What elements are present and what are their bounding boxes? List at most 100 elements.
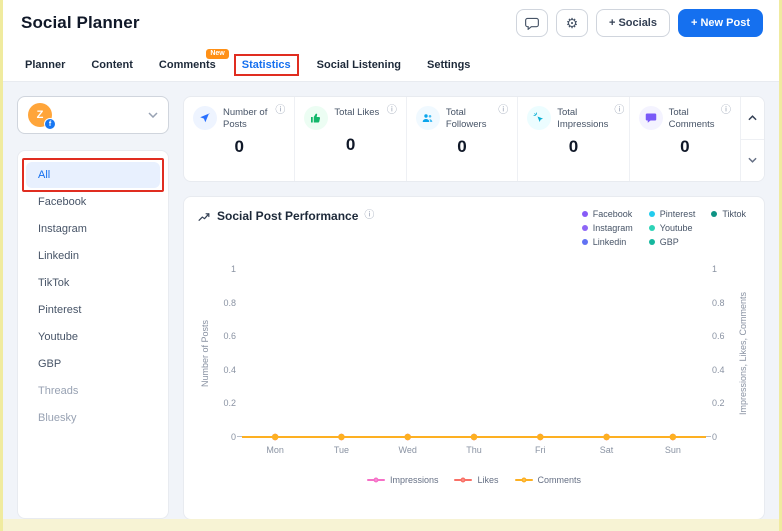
y-tick-label: 0.8 <box>223 297 236 308</box>
stat-value: 0 <box>457 136 467 156</box>
comment-icon <box>525 17 539 30</box>
info-icon[interactable]: ⓘ <box>275 106 285 116</box>
info-icon[interactable]: ⓘ <box>498 106 508 116</box>
y-axis-right: 0 0.2 0.4 0.6 0.8 1 <box>706 264 736 442</box>
channel-list: All Facebook Instagram Linkedin TikTok P… <box>17 150 169 519</box>
stats-scroll-controls <box>740 97 764 181</box>
sidebar-item-facebook[interactable]: Facebook <box>26 189 160 215</box>
x-tick-label: Fri <box>535 445 546 455</box>
stat-value: 0 <box>234 136 244 156</box>
new-post-button[interactable]: + New Post <box>678 9 763 37</box>
legend-item-facebook[interactable]: Facebook <box>581 209 633 219</box>
stat-total-likes: Total Likes ⓘ 0 <box>295 97 407 181</box>
info-icon[interactable]: ⓘ <box>614 106 624 116</box>
x-tick-label: Mon <box>266 445 284 455</box>
stat-label: Total Followers <box>445 107 487 131</box>
plot-area <box>237 269 711 441</box>
stat-label: Total Comments <box>668 107 715 131</box>
y-tick-label: 0.4 <box>712 364 725 375</box>
add-socials-button[interactable]: + Socials <box>595 9 670 37</box>
legend-dot <box>711 211 718 217</box>
legend-label: Instagram <box>592 223 633 233</box>
stat-total-comments: Total Comments ⓘ 0 <box>630 97 740 181</box>
scroll-up-button[interactable] <box>740 97 764 140</box>
networks-legend: Facebook Instagram Linkedin Pinterest Youtub… <box>581 209 750 247</box>
new-badge: New <box>206 49 229 59</box>
performance-line-chart <box>242 433 706 441</box>
trending-up-icon <box>198 212 210 221</box>
legend-label: Linkedin <box>592 237 627 247</box>
legend-item-youtube[interactable]: Youtube <box>648 223 696 233</box>
stats-summary-card: Number of Posts ⓘ 0 Total Likes ⓘ 0 Tota… <box>183 96 765 182</box>
tab-settings[interactable]: Settings <box>427 59 470 71</box>
series-legend-comments[interactable]: Comments <box>514 475 581 485</box>
main-panel: Number of Posts ⓘ 0 Total Likes ⓘ 0 Tota… <box>183 96 765 519</box>
page-header: Social Planner ⚙ + Socials + New Post <box>3 0 779 44</box>
x-tick-label: Wed <box>398 445 417 455</box>
y-tick-label: 0.6 <box>712 331 725 342</box>
y-tick-label: 0.4 <box>223 364 236 375</box>
info-icon[interactable]: ⓘ <box>387 106 397 116</box>
legend-item-tiktok[interactable]: Tiktok <box>711 209 746 219</box>
thumbs-up-icon <box>304 106 329 130</box>
x-tick-label: Sun <box>664 445 681 455</box>
yellow-highlight-strip <box>3 519 779 531</box>
channel-sidebar: Z f All Facebook Instagram Linkedin TikT… <box>17 96 169 519</box>
sidebar-item-youtube[interactable]: Youtube <box>26 324 160 350</box>
series-legend-impressions[interactable]: Impressions <box>366 475 438 485</box>
y-tick-label: 0.6 <box>223 331 236 342</box>
info-icon[interactable]: ⓘ <box>364 211 374 221</box>
stat-number-of-posts: Number of Posts ⓘ 0 <box>184 97 296 181</box>
sidebar-item-all[interactable]: All <box>22 158 164 192</box>
sidebar-item-pinterest[interactable]: Pinterest <box>26 297 160 323</box>
y-tick-label: 0.2 <box>712 398 725 409</box>
y-tick-label: 0 <box>230 432 236 442</box>
sidebar-item-instagram[interactable]: Instagram <box>26 216 160 242</box>
social-post-performance-card: Social Post Performance ⓘ Facebook Instag… <box>183 196 765 519</box>
legend-item-pinterest[interactable]: Pinterest <box>648 209 695 219</box>
scroll-down-button[interactable] <box>740 139 764 181</box>
header-actions: ⚙ + Socials + New Post <box>515 9 763 37</box>
cursor-click-icon <box>527 106 552 130</box>
account-dropdown[interactable]: Z f <box>17 96 169 134</box>
chevron-down-icon <box>748 157 757 164</box>
y-tick-label: 1 <box>230 264 236 274</box>
avatar: Z f <box>28 103 56 130</box>
x-tick-label: Thu <box>466 445 482 455</box>
x-tick-label: Tue <box>333 445 350 455</box>
stat-value: 0 <box>568 136 579 156</box>
y-axis-title-right: Impressions, Likes, Comments <box>738 291 748 415</box>
chat-bubble-icon <box>638 106 663 130</box>
page-title: Social Planner <box>21 13 140 32</box>
users-icon <box>415 106 440 130</box>
legend-item-gbp[interactable]: GBP <box>648 237 696 247</box>
series-legend-likes[interactable]: Likes <box>454 475 499 485</box>
series-marker <box>366 476 385 484</box>
stat-label: Total Likes <box>334 107 380 118</box>
stat-value: 0 <box>345 135 356 154</box>
feedback-button[interactable] <box>515 9 548 37</box>
tab-content[interactable]: Content <box>91 59 133 71</box>
tab-comments-label: Comments <box>158 59 216 71</box>
sidebar-item-gbp[interactable]: GBP <box>26 351 160 377</box>
stat-total-impressions: Total Impressions ⓘ 0 <box>518 97 630 181</box>
settings-button[interactable]: ⚙ <box>555 9 588 37</box>
sidebar-item-tiktok[interactable]: TikTok <box>26 270 160 296</box>
stat-label: Number of Posts <box>223 107 268 131</box>
chevron-down-icon <box>148 112 158 118</box>
info-icon[interactable]: ⓘ <box>721 106 731 116</box>
tab-planner[interactable]: Planner <box>25 59 65 71</box>
tab-social-listening[interactable]: Social Listening <box>317 59 401 71</box>
legend-dot <box>648 211 655 217</box>
chevron-up-icon <box>748 114 757 121</box>
legend-item-instagram[interactable]: Instagram <box>581 223 633 233</box>
y-tick-label: 0.2 <box>223 398 236 409</box>
sidebar-item-linkedin[interactable]: Linkedin <box>26 243 160 269</box>
tab-statistics[interactable]: Statistics <box>233 54 299 76</box>
stat-value: 0 <box>680 136 690 156</box>
y-tick-label: 0 <box>712 432 718 442</box>
paper-plane-icon <box>193 106 217 130</box>
legend-item-linkedin[interactable]: Linkedin <box>581 237 633 247</box>
y-axis-left: 0 0.2 0.4 0.6 0.8 1 <box>212 264 242 442</box>
tab-comments[interactable]: Comments New <box>158 49 229 71</box>
